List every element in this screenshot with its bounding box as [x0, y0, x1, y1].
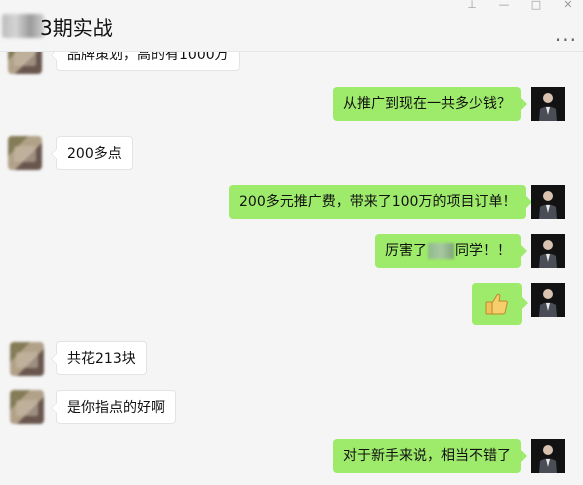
minimize-icon[interactable]: —	[497, 0, 511, 11]
close-icon[interactable]: ✕	[561, 0, 575, 11]
more-options-button[interactable]: ...	[555, 22, 577, 46]
avatar[interactable]	[531, 87, 565, 121]
avatar[interactable]	[531, 283, 565, 317]
message-bubble: 是你指点的好啊	[51, 390, 176, 424]
message-bubble: 从推广到现在一共多少钱？	[333, 87, 527, 121]
message-bubble: 共花213块	[51, 341, 147, 375]
avatar[interactable]	[531, 439, 565, 473]
user-photo	[531, 87, 565, 121]
message-bubble	[472, 283, 528, 325]
chat-title: 3期实战	[40, 16, 113, 40]
avatar[interactable]	[531, 234, 565, 268]
chat-window: 3期实战 ⊥ — □ ✕ ... 品牌策划，高的有1000万 从推广到现在一共多…	[0, 0, 583, 485]
message-text-before: 厉害了	[385, 243, 427, 259]
message-bubble: 对于新手来说，相当不错了	[333, 439, 527, 473]
user-photo	[531, 439, 565, 473]
message-bubble: 200多元推广费，带来了100万的项目订单！	[229, 185, 533, 219]
avatar[interactable]	[8, 136, 42, 170]
user-photo	[531, 234, 565, 268]
thumbs-up-icon	[485, 293, 508, 315]
blurred-name	[428, 243, 454, 259]
message-bubble: 厉害了 同学！！	[375, 234, 527, 268]
window-controls: ⊥ — □ ✕	[465, 0, 575, 11]
blurred-group-name	[2, 14, 44, 38]
chat-header: 3期实战 ⊥ — □ ✕ ...	[0, 0, 583, 52]
user-photo	[531, 185, 565, 219]
avatar[interactable]	[10, 342, 44, 376]
avatar[interactable]	[10, 390, 44, 424]
maximize-icon[interactable]: □	[529, 0, 543, 11]
user-photo	[531, 283, 565, 317]
pin-icon[interactable]: ⊥	[465, 0, 479, 11]
avatar[interactable]	[531, 185, 565, 219]
message-bubble: 200多点	[51, 136, 133, 170]
message-text-after: 同学！！	[455, 243, 511, 259]
